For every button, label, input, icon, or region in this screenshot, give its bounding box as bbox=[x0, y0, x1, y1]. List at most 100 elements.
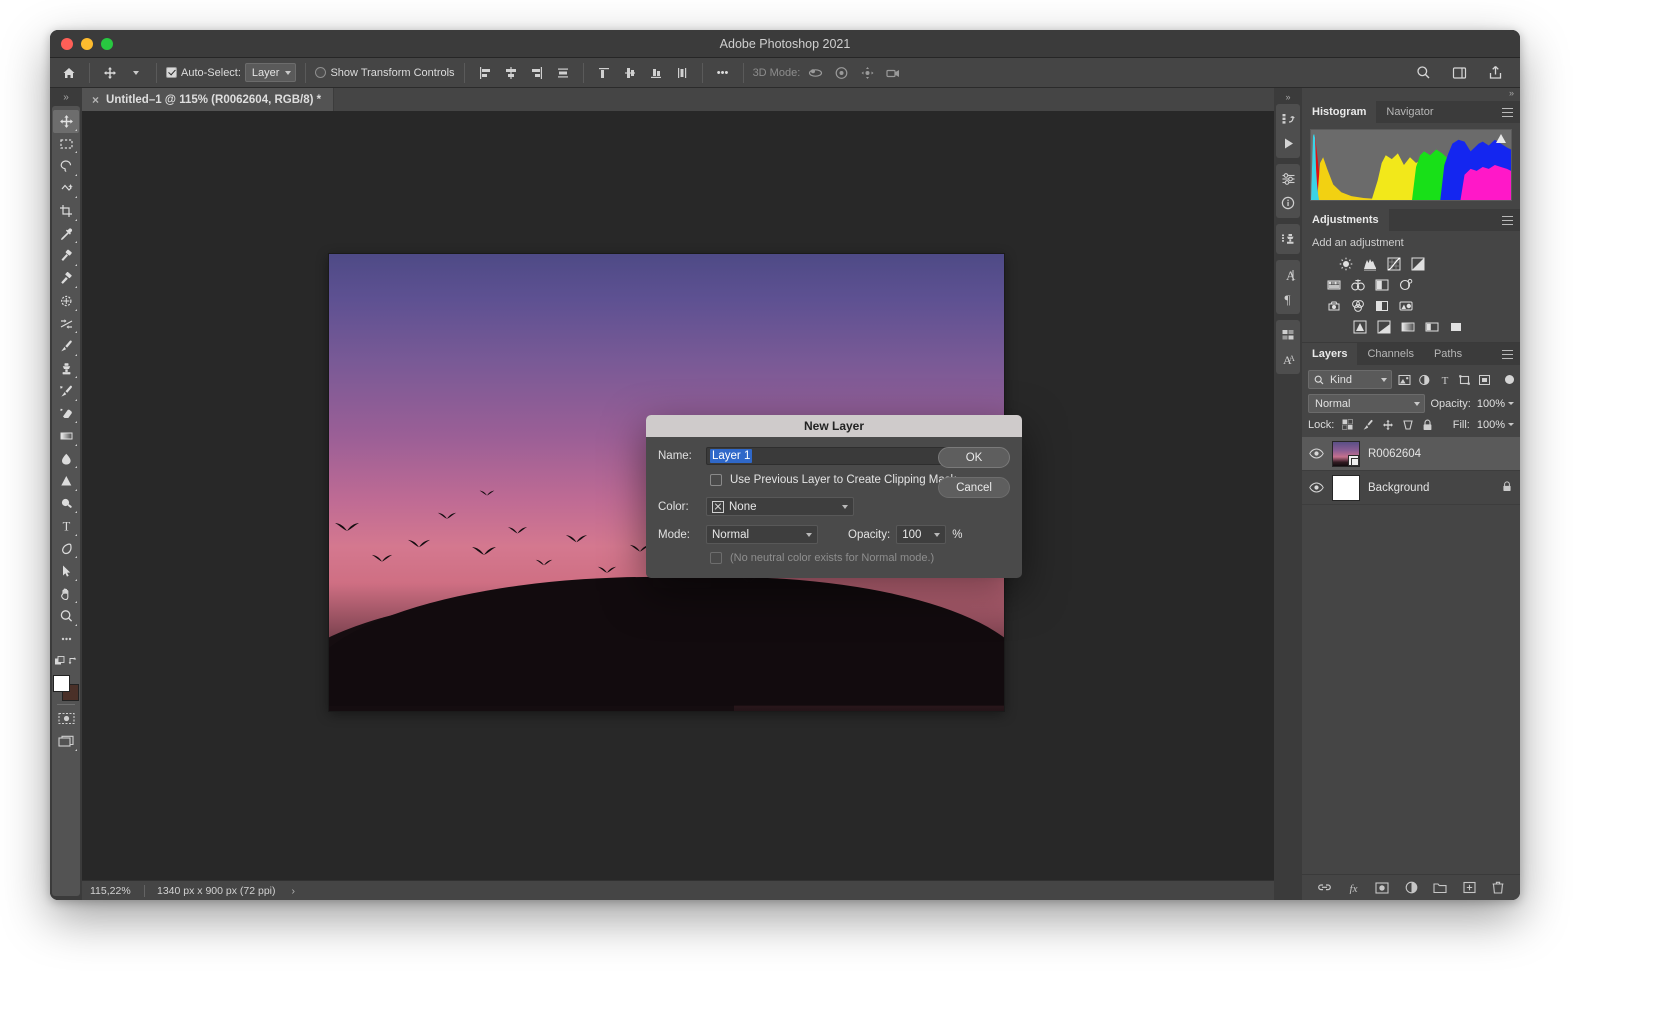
glyphs-icon[interactable]: AA bbox=[1277, 347, 1299, 371]
workspace-icon[interactable] bbox=[1448, 62, 1470, 84]
eraser-tool[interactable] bbox=[53, 403, 79, 426]
hue-saturation-icon[interactable] bbox=[1350, 277, 1365, 292]
layer-visibility-toggle[interactable] bbox=[1308, 448, 1324, 459]
edit-toolbar-button[interactable] bbox=[53, 628, 79, 651]
selective-color-icon[interactable] bbox=[1424, 319, 1439, 334]
filter-type-icon[interactable]: T bbox=[1437, 372, 1452, 387]
black-and-white-icon[interactable] bbox=[1398, 277, 1413, 292]
search-icon[interactable] bbox=[1412, 62, 1434, 84]
filter-smart-object-icon[interactable] bbox=[1477, 372, 1492, 387]
tab-adjustments[interactable]: Adjustments bbox=[1302, 209, 1389, 231]
clone-stamp-tool[interactable] bbox=[53, 358, 79, 381]
layer-filter-kind-select[interactable]: Kind bbox=[1308, 370, 1392, 389]
orbit-3d-icon[interactable] bbox=[804, 62, 826, 84]
burn-tool[interactable] bbox=[53, 493, 79, 516]
lock-position-icon[interactable] bbox=[1381, 418, 1394, 431]
history-states-icon[interactable] bbox=[1277, 107, 1299, 131]
tab-layers[interactable]: Layers bbox=[1302, 343, 1358, 365]
slide-3d-icon[interactable] bbox=[882, 62, 904, 84]
adjustments-icon[interactable] bbox=[1277, 167, 1299, 191]
move-tool-icon[interactable] bbox=[99, 62, 121, 84]
hand-tool[interactable] bbox=[53, 583, 79, 606]
color-fill-icon[interactable] bbox=[1448, 319, 1463, 334]
cancel-button[interactable]: Cancel bbox=[938, 477, 1010, 498]
blend-mode-select[interactable]: Normal bbox=[706, 525, 818, 544]
default-colors-and-swap[interactable] bbox=[53, 650, 79, 673]
layer-name[interactable]: R0062604 bbox=[1368, 448, 1421, 460]
add-layer-mask-icon[interactable] bbox=[1375, 880, 1390, 895]
styles-icon[interactable] bbox=[1277, 323, 1299, 347]
move-tool[interactable] bbox=[53, 110, 79, 133]
blur-tool[interactable] bbox=[53, 448, 79, 471]
document-tab[interactable]: × Untitled–1 @ 115% (R0062604, RGB/8) * bbox=[82, 88, 335, 111]
invert-icon[interactable] bbox=[1398, 298, 1413, 313]
quick-mask-icon[interactable] bbox=[53, 708, 79, 731]
lasso-tool[interactable] bbox=[53, 155, 79, 178]
channel-mixer-icon[interactable] bbox=[1350, 298, 1365, 313]
align-vertical-centers-icon[interactable] bbox=[619, 62, 641, 84]
auto-select-checkbox[interactable] bbox=[166, 67, 177, 78]
more-options-button[interactable]: ••• bbox=[712, 62, 734, 84]
gradient-map-icon[interactable] bbox=[1400, 319, 1415, 334]
crop-tool[interactable] bbox=[53, 200, 79, 223]
align-top-edges-icon[interactable] bbox=[593, 62, 615, 84]
object-selection-tool[interactable] bbox=[53, 178, 79, 201]
brightness-contrast-icon[interactable] bbox=[1338, 256, 1353, 271]
link-layers-icon[interactable] bbox=[1317, 880, 1332, 895]
layer-visibility-toggle[interactable] bbox=[1308, 482, 1324, 493]
history-brush-tool[interactable] bbox=[53, 380, 79, 403]
type-tool[interactable]: T bbox=[53, 515, 79, 538]
tab-channels[interactable]: Channels bbox=[1357, 343, 1424, 365]
character-icon[interactable]: A bbox=[1277, 263, 1299, 287]
paint-brush-tool-group[interactable] bbox=[53, 268, 79, 291]
lock-image-pixels-icon[interactable] bbox=[1361, 418, 1374, 431]
adjustments-panel-menu-button[interactable] bbox=[1502, 209, 1520, 231]
new-fill-adjustment-icon[interactable] bbox=[1404, 880, 1419, 895]
info-icon[interactable] bbox=[1277, 191, 1299, 215]
uncached-data-warning-icon[interactable] bbox=[1496, 134, 1506, 143]
layer-name[interactable]: Background bbox=[1368, 482, 1429, 494]
filter-adjustment-icon[interactable] bbox=[1417, 372, 1432, 387]
zoom-tool[interactable] bbox=[53, 605, 79, 628]
pan-3d-icon[interactable] bbox=[856, 62, 878, 84]
content-aware-move-tool[interactable] bbox=[53, 313, 79, 336]
move-tool-options-caret[interactable] bbox=[125, 62, 147, 84]
paragraph-icon[interactable]: ¶ bbox=[1277, 287, 1299, 311]
curves-icon[interactable] bbox=[1386, 256, 1401, 271]
fill-field[interactable]: 100% bbox=[1477, 419, 1514, 431]
status-expand-arrow[interactable]: › bbox=[276, 885, 296, 897]
screen-mode-icon[interactable] bbox=[53, 730, 79, 753]
layer-thumbnail[interactable] bbox=[1332, 440, 1360, 467]
eyedropper-tool[interactable] bbox=[53, 223, 79, 246]
rail-collapse-chevron[interactable]: » bbox=[1285, 92, 1290, 102]
tab-navigator[interactable]: Navigator bbox=[1376, 101, 1444, 123]
color-balance-icon[interactable] bbox=[1374, 277, 1389, 292]
toolbar-expand-chevron[interactable]: » bbox=[50, 88, 82, 106]
auto-select-target-select[interactable]: Layer bbox=[244, 63, 297, 82]
vibrance-icon[interactable] bbox=[1326, 277, 1341, 292]
layer-row-background[interactable]: Background bbox=[1302, 471, 1520, 505]
delete-layer-icon[interactable] bbox=[1491, 880, 1506, 895]
align-right-edges-icon[interactable] bbox=[526, 62, 548, 84]
histogram-panel-menu-button[interactable] bbox=[1502, 101, 1520, 123]
layer-row-r0062604[interactable]: R0062604 bbox=[1302, 437, 1520, 471]
layer-style-icon[interactable]: fx bbox=[1346, 880, 1361, 895]
threshold-icon[interactable] bbox=[1376, 319, 1391, 334]
roll-3d-icon[interactable] bbox=[830, 62, 852, 84]
levels-icon[interactable] bbox=[1362, 256, 1377, 271]
play-action-icon[interactable] bbox=[1277, 131, 1299, 155]
path-selection-tool[interactable] bbox=[53, 560, 79, 583]
filter-shape-icon[interactable] bbox=[1457, 372, 1472, 387]
color-lookup-icon[interactable] bbox=[1374, 298, 1389, 313]
spot-healing-brush-tool[interactable] bbox=[53, 245, 79, 268]
patch-tool[interactable] bbox=[53, 290, 79, 313]
close-document-icon[interactable]: × bbox=[92, 94, 99, 106]
layer-thumbnail[interactable] bbox=[1332, 474, 1360, 501]
zoom-level[interactable]: 115,22% bbox=[82, 885, 144, 897]
new-layer-icon[interactable] bbox=[1462, 880, 1477, 895]
share-icon[interactable] bbox=[1484, 62, 1506, 84]
photo-filter-icon[interactable] bbox=[1326, 298, 1341, 313]
filter-enable-toggle[interactable] bbox=[1505, 375, 1514, 384]
lock-artboard-nesting-icon[interactable] bbox=[1401, 418, 1414, 431]
gradient-tool[interactable] bbox=[53, 425, 79, 448]
